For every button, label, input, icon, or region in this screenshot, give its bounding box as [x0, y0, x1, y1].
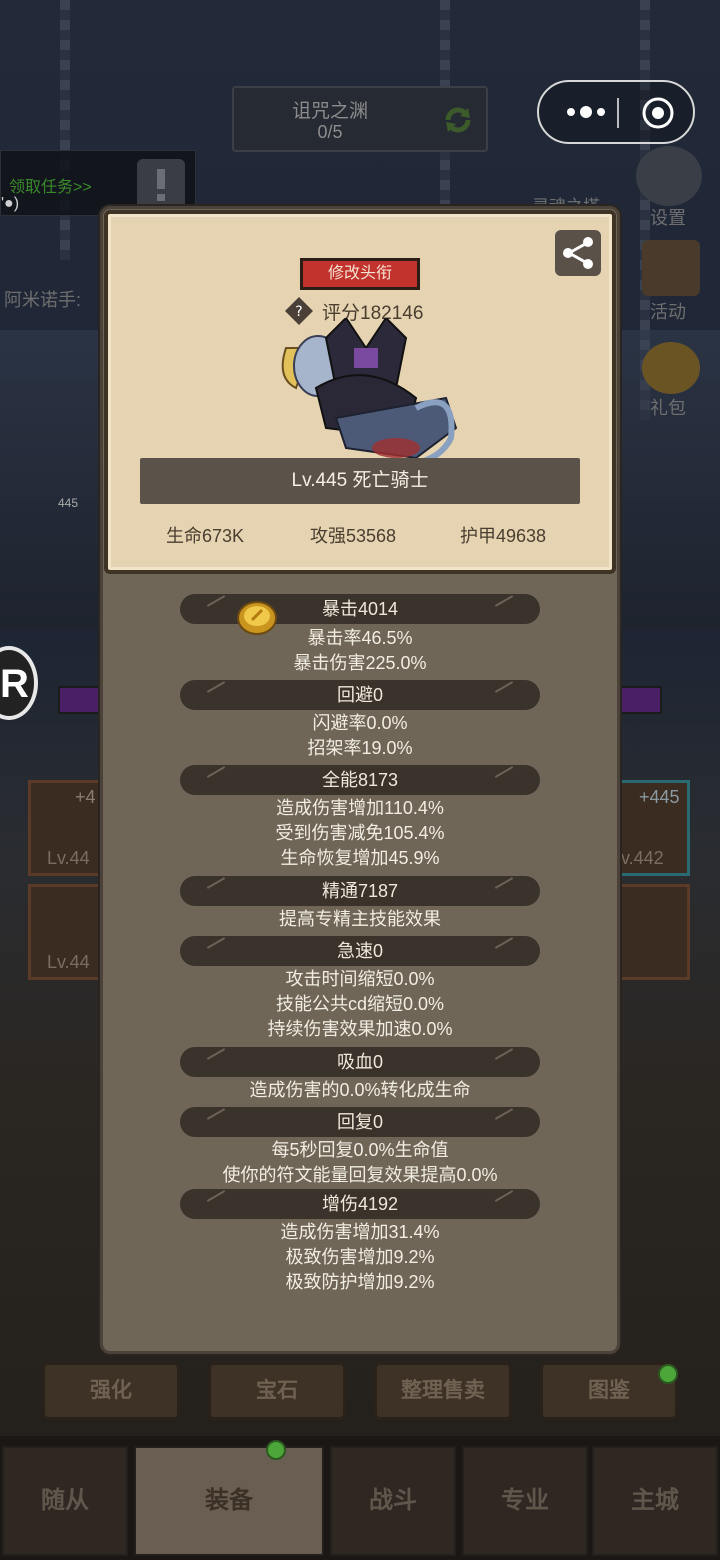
settings-label[interactable]: 设置	[650, 204, 686, 230]
rename-title-button[interactable]: 修改头衔	[300, 258, 420, 290]
stat-line: 极致防护增加9.2%	[285, 1272, 435, 1292]
nav-followers[interactable]: 随从	[2, 1446, 128, 1556]
slot-plus: +4	[75, 787, 96, 807]
notification-dot	[266, 1440, 286, 1460]
purple-bar	[620, 686, 662, 714]
close-target-icon[interactable]	[641, 96, 675, 130]
stat-line: 暴击率46.5%	[307, 628, 413, 648]
activity-label[interactable]: 活动	[650, 298, 686, 324]
refresh-icon[interactable]	[440, 102, 476, 138]
stat-line: 提高专精主技能效果	[279, 909, 441, 929]
stat-header-versatility: 全能8173	[180, 765, 540, 795]
task-sub: '●)	[1, 195, 20, 212]
stat-line: 持续伤害效果加速0.0%	[267, 1019, 453, 1039]
more-icon[interactable]	[561, 102, 611, 122]
notification-dot	[658, 1364, 678, 1384]
stat-line: 每5秒回复0.0%生命值	[271, 1140, 449, 1160]
equip-slot[interactable]: +445 v.442	[616, 780, 690, 876]
dungeon-name: 诅咒之渊	[291, 101, 368, 122]
death-knight-sprite	[281, 318, 458, 466]
slot-plus: +445	[639, 787, 680, 807]
stat-header-regen: 回复0	[180, 1107, 540, 1137]
nav-main-city[interactable]: 主城	[592, 1446, 718, 1556]
equip-slot[interactable]: Lv.44	[28, 884, 102, 980]
small-level: 445	[58, 496, 79, 510]
logo-letter: R	[0, 662, 29, 706]
gift-icon[interactable]	[642, 342, 700, 394]
hp-stat: 生命673K	[166, 526, 245, 546]
character-level-name: Lv.445 死亡骑士	[140, 458, 580, 504]
capsule-divider	[617, 98, 619, 128]
bottom-nav: 随从 装备 战斗 专业 主城	[0, 1436, 720, 1560]
gift-label[interactable]: 礼包	[650, 394, 686, 420]
share-button[interactable]	[555, 230, 601, 276]
stat-line: 攻击时间缩短0.0%	[285, 969, 435, 989]
gem-button[interactable]: 宝石	[208, 1362, 346, 1420]
nav-equipment[interactable]: 装备	[134, 1446, 324, 1556]
share-icon	[563, 237, 593, 269]
nav-profession[interactable]: 专业	[462, 1446, 588, 1556]
stat-line: 极致伤害增加9.2%	[285, 1247, 435, 1267]
task-label: 领取任务>>	[9, 179, 92, 196]
stat-line: 受到伤害减免105.4%	[275, 823, 445, 843]
stat-line: 闪避率0.0%	[312, 713, 408, 733]
side-text: 阿米诺手:	[4, 290, 82, 310]
nav-battle[interactable]: 战斗	[330, 1446, 456, 1556]
dungeon-progress: 0/5	[317, 122, 343, 142]
miniprogram-capsule	[537, 80, 695, 144]
stat-line: 造成伤害增加31.4%	[280, 1222, 440, 1242]
stat-header-damage-boost: 增伤4192	[180, 1189, 540, 1219]
stat-header-dodge: 回避0	[180, 680, 540, 710]
stat-header-haste: 急速0	[180, 936, 540, 966]
slot-level: Lv.44	[47, 952, 90, 972]
stat-header-leech: 吸血0	[180, 1047, 540, 1077]
stat-header-mastery: 精通7187	[180, 876, 540, 906]
coin-icon	[237, 601, 277, 635]
stat-line: 使你的符文能量回复效果提高0.0%	[222, 1165, 498, 1185]
stat-line: 招架率19.0%	[307, 738, 413, 758]
attack-stat: 攻强53568	[310, 526, 397, 546]
equip-slot[interactable]: +4 Lv.44	[28, 780, 102, 876]
enhance-button[interactable]: 强化	[42, 1362, 180, 1420]
stat-line: 造成伤害增加110.4%	[276, 798, 444, 818]
stat-line: 暴击伤害225.0%	[293, 653, 427, 673]
dungeon-panel[interactable]: 诅咒之渊 0/5	[232, 86, 488, 152]
gear-icon[interactable]	[636, 146, 702, 206]
stat-line: 生命恢复增加45.9%	[280, 848, 440, 868]
purple-bar	[58, 686, 100, 714]
stat-line: 造成伤害的0.0%转化成生命	[249, 1080, 471, 1100]
sort-sell-button[interactable]: 整理售卖	[374, 1362, 512, 1420]
equip-slot[interactable]	[616, 884, 690, 980]
activity-icon[interactable]	[642, 240, 700, 296]
chain-decoration	[60, 0, 70, 260]
slot-level: v.442	[621, 848, 664, 868]
slot-level: Lv.44	[47, 848, 90, 868]
stat-header-crit: 暴击4014	[180, 594, 540, 624]
stat-line: 技能公共cd缩短0.0%	[275, 994, 445, 1014]
armor-stat: 护甲49638	[460, 526, 547, 546]
exclamation-icon	[137, 159, 185, 209]
